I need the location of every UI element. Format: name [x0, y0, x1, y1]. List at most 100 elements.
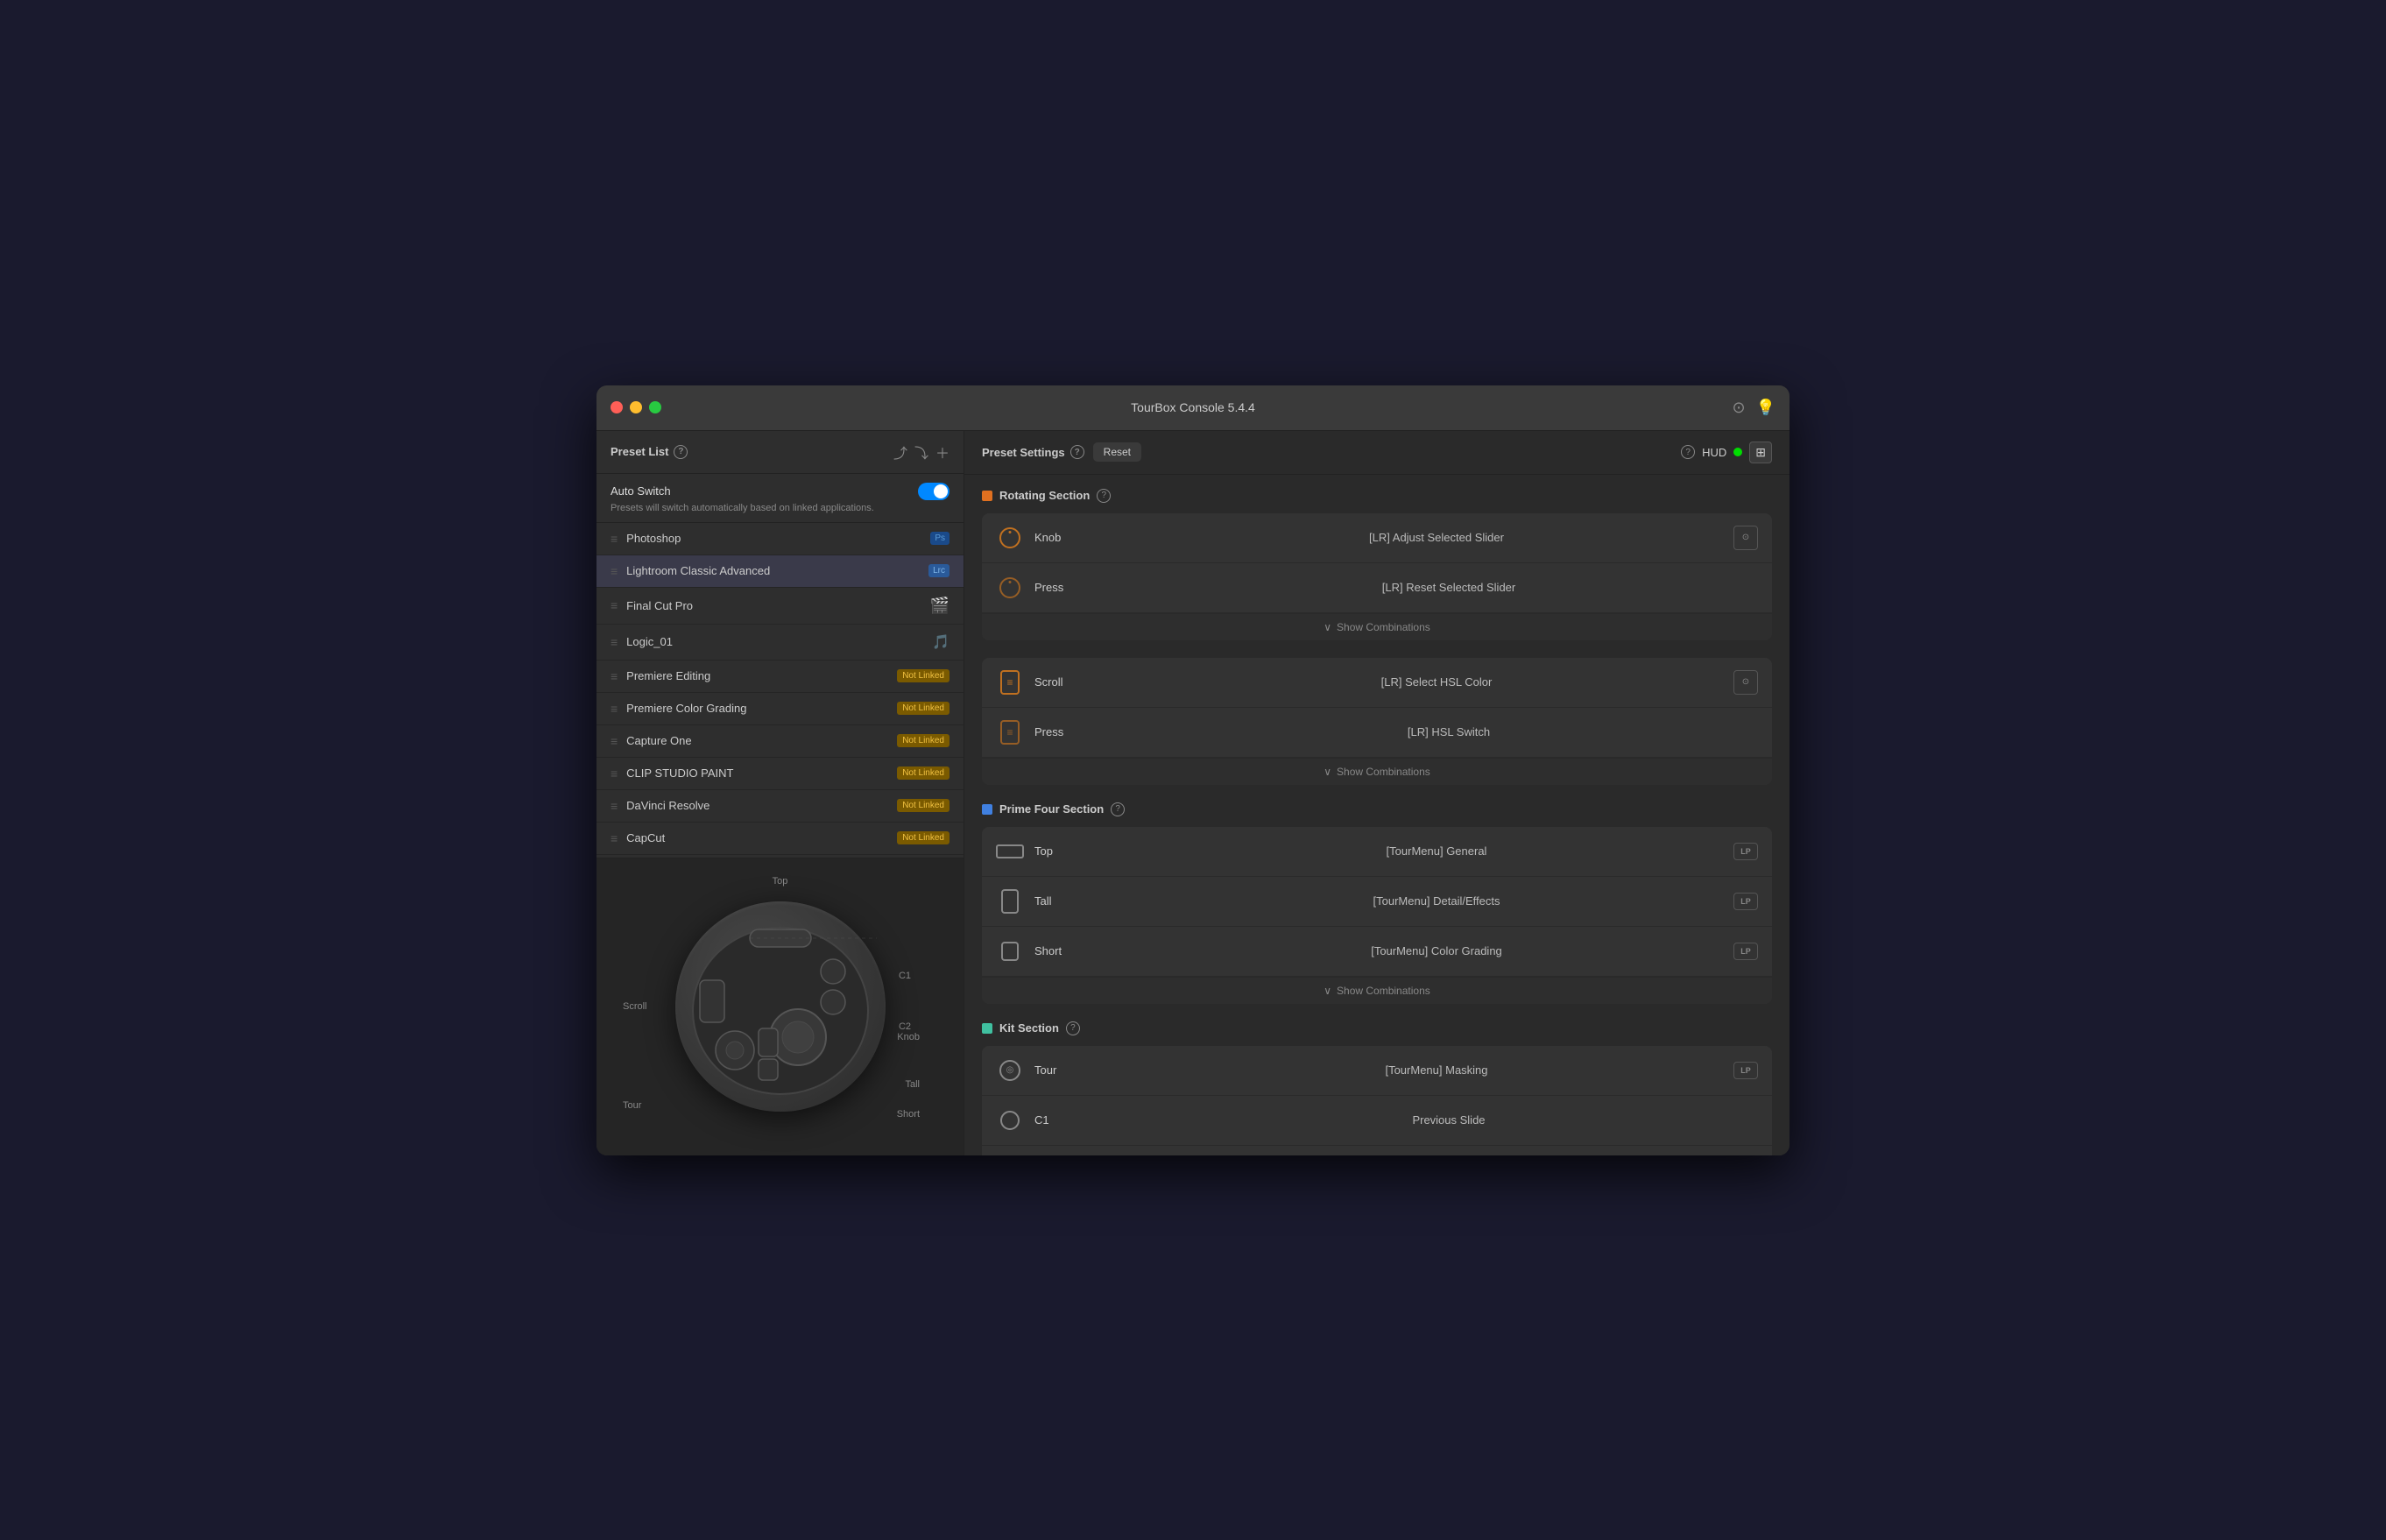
hud-section: ? HUD ⊞ — [1681, 442, 1772, 463]
scroll-section-card: ≡ Scroll [LR] Select HSL Color ⊙ ≡ — [982, 658, 1772, 785]
lrc-badge: Lrc — [928, 564, 949, 577]
tall-action: [TourMenu] Detail/Effects — [1140, 894, 1733, 908]
main-content: Preset List ? ⤴ ⤵ ＋ Auto Switch Presets … — [596, 431, 1790, 1155]
label-tour: Tour — [623, 1100, 641, 1111]
preset-name: Logic_01 — [626, 635, 932, 648]
knob-press-action: [LR] Reset Selected Slider — [1140, 581, 1758, 594]
right-panel: Preset Settings ? Reset ? HUD ⊞ Rotating… — [964, 431, 1790, 1155]
preset-item-davinci[interactable]: ≡ DaVinci Resolve Not Linked — [596, 790, 964, 823]
reset-button[interactable]: Reset — [1093, 442, 1141, 462]
hud-indicator — [1733, 448, 1742, 456]
tour-button-icon: ◎ — [996, 1056, 1024, 1084]
preset-name: DaVinci Resolve — [626, 799, 897, 812]
settings-icon[interactable]: ⊙ — [1732, 399, 1745, 417]
rotating-show-combinations[interactable]: ∨ Show Combinations — [982, 613, 1772, 640]
preset-item-premiere-editing[interactable]: ≡ Premiere Editing Not Linked — [596, 661, 964, 693]
preset-item-lightroom[interactable]: ≡ Lightroom Classic Advanced Lrc — [596, 555, 964, 588]
label-scroll: Scroll — [623, 1001, 647, 1012]
settings-help-icon[interactable]: ? — [1070, 445, 1084, 459]
preset-item-captureone[interactable]: ≡ Capture One Not Linked — [596, 725, 964, 758]
knob-badge: ⊙ — [1733, 526, 1758, 550]
app-window: TourBox Console 5.4.4 ⊙ 💡 Preset List ? … — [596, 385, 1790, 1155]
light-icon[interactable]: 💡 — [1756, 399, 1775, 417]
knob-icon — [996, 524, 1024, 552]
preset-list-help-icon[interactable]: ? — [674, 445, 688, 459]
kit-section-help[interactable]: ? — [1066, 1021, 1080, 1035]
knob-control-row: Knob [LR] Adjust Selected Slider ⊙ — [982, 513, 1772, 563]
label-short: Short — [897, 1109, 920, 1120]
preset-list-title: Preset List ? — [611, 445, 688, 459]
not-linked-badge: Not Linked — [897, 702, 949, 715]
rotating-section-card: Knob [LR] Adjust Selected Slider ⊙ Press… — [982, 513, 1772, 640]
preset-name: CLIP STUDIO PAINT — [626, 766, 897, 780]
primefour-section-dot — [982, 804, 992, 815]
auto-switch-toggle[interactable] — [918, 483, 949, 500]
primefour-show-combinations[interactable]: ∨ Show Combinations — [982, 977, 1772, 1004]
drag-handle: ≡ — [611, 598, 618, 612]
hud-help-icon[interactable]: ? — [1681, 445, 1695, 459]
preset-name: Capture One — [626, 734, 897, 747]
preset-name: Lightroom Classic Advanced — [626, 564, 928, 577]
top-lp-badge: LP — [1733, 843, 1758, 860]
maximize-button[interactable] — [649, 401, 661, 413]
rotating-section-help[interactable]: ? — [1097, 489, 1111, 503]
rotating-section-header: Rotating Section ? — [982, 489, 1772, 503]
preset-item-finalcutpro[interactable]: ≡ Final Cut Pro 🎬 — [596, 588, 964, 625]
kit-section-title: Kit Section — [999, 1021, 1059, 1035]
drag-handle: ≡ — [611, 702, 618, 716]
tall-control-row: Tall [TourMenu] Detail/Effects LP — [982, 877, 1772, 927]
tall-label: Tall — [1034, 894, 1140, 908]
not-linked-badge: Not Linked — [897, 799, 949, 812]
label-top: Top — [773, 876, 788, 887]
preset-name: CapCut — [626, 831, 897, 844]
preset-item-photoshop[interactable]: ≡ Photoshop Ps — [596, 523, 964, 555]
short-action: [TourMenu] Color Grading — [1140, 944, 1733, 957]
scroll-show-combinations[interactable]: ∨ Show Combinations — [982, 758, 1772, 785]
auto-switch-bar: Auto Switch Presets will switch automati… — [596, 474, 964, 523]
c1-control-row: C1 Previous Slide — [982, 1096, 1772, 1146]
primefour-section-card: Top [TourMenu] General LP Tall [TourMenu… — [982, 827, 1772, 1004]
grid-toggle-button[interactable]: ⊞ — [1749, 442, 1772, 463]
scroll-control-row: ≡ Scroll [LR] Select HSL Color ⊙ — [982, 658, 1772, 708]
c1-action: Previous Slide — [1140, 1113, 1758, 1127]
scroll-press-icon: ≡ — [996, 718, 1024, 746]
top-action: [TourMenu] General — [1140, 844, 1733, 858]
left-panel: Preset List ? ⤴ ⤵ ＋ Auto Switch Presets … — [596, 431, 964, 1155]
knob-press-row: Press [LR] Reset Selected Slider — [982, 563, 1772, 613]
tour-control-row: ◎ Tour [TourMenu] Masking LP — [982, 1046, 1772, 1096]
import-button[interactable]: ⤵ — [914, 442, 928, 463]
title-bar-icons: ⊙ 💡 — [1732, 399, 1775, 417]
primefour-section-help[interactable]: ? — [1111, 802, 1125, 816]
preset-item-clipstudio[interactable]: ≡ CLIP STUDIO PAINT Not Linked — [596, 758, 964, 790]
preset-item-logic[interactable]: ≡ Logic_01 🎵 — [596, 625, 964, 661]
tour-action: [TourMenu] Masking — [1140, 1063, 1733, 1077]
auto-switch-label: Auto Switch — [611, 484, 671, 498]
scroll-label: Scroll — [1034, 675, 1140, 689]
add-preset-button[interactable]: ＋ — [935, 442, 949, 463]
tour-lp-badge: LP — [1733, 1062, 1758, 1079]
close-button[interactable] — [611, 401, 623, 413]
knob-label: Knob — [1034, 531, 1140, 544]
label-c1: C1 — [899, 971, 911, 981]
minimize-button[interactable] — [630, 401, 642, 413]
ps-badge: Ps — [930, 532, 949, 545]
scroll-press-action: [LR] HSL Switch — [1140, 725, 1758, 738]
preset-list-header: Preset List ? ⤴ ⤵ ＋ — [596, 431, 964, 474]
preset-item-premiere-color[interactable]: ≡ Premiere Color Grading Not Linked — [596, 693, 964, 725]
preset-item-capcut[interactable]: ≡ CapCut Not Linked — [596, 823, 964, 855]
rotating-section-title: Rotating Section — [999, 489, 1090, 502]
top-control-row: Top [TourMenu] General LP — [982, 827, 1772, 877]
label-knob: Knob — [897, 1032, 920, 1042]
knob-press-icon — [996, 574, 1024, 602]
label-c2: C2 — [899, 1021, 911, 1032]
export-button[interactable]: ⤴ — [893, 442, 907, 463]
tall-lp-badge: LP — [1733, 893, 1758, 910]
c1-button-icon — [996, 1106, 1024, 1134]
preset-name: Photoshop — [626, 532, 930, 545]
drag-handle: ≡ — [611, 766, 618, 781]
drag-handle: ≡ — [611, 532, 618, 546]
rotating-section-dot — [982, 491, 992, 501]
top-button-icon — [996, 837, 1024, 865]
drag-handle: ≡ — [611, 669, 618, 683]
preset-settings-header: Preset Settings ? Reset ? HUD ⊞ — [964, 431, 1790, 475]
